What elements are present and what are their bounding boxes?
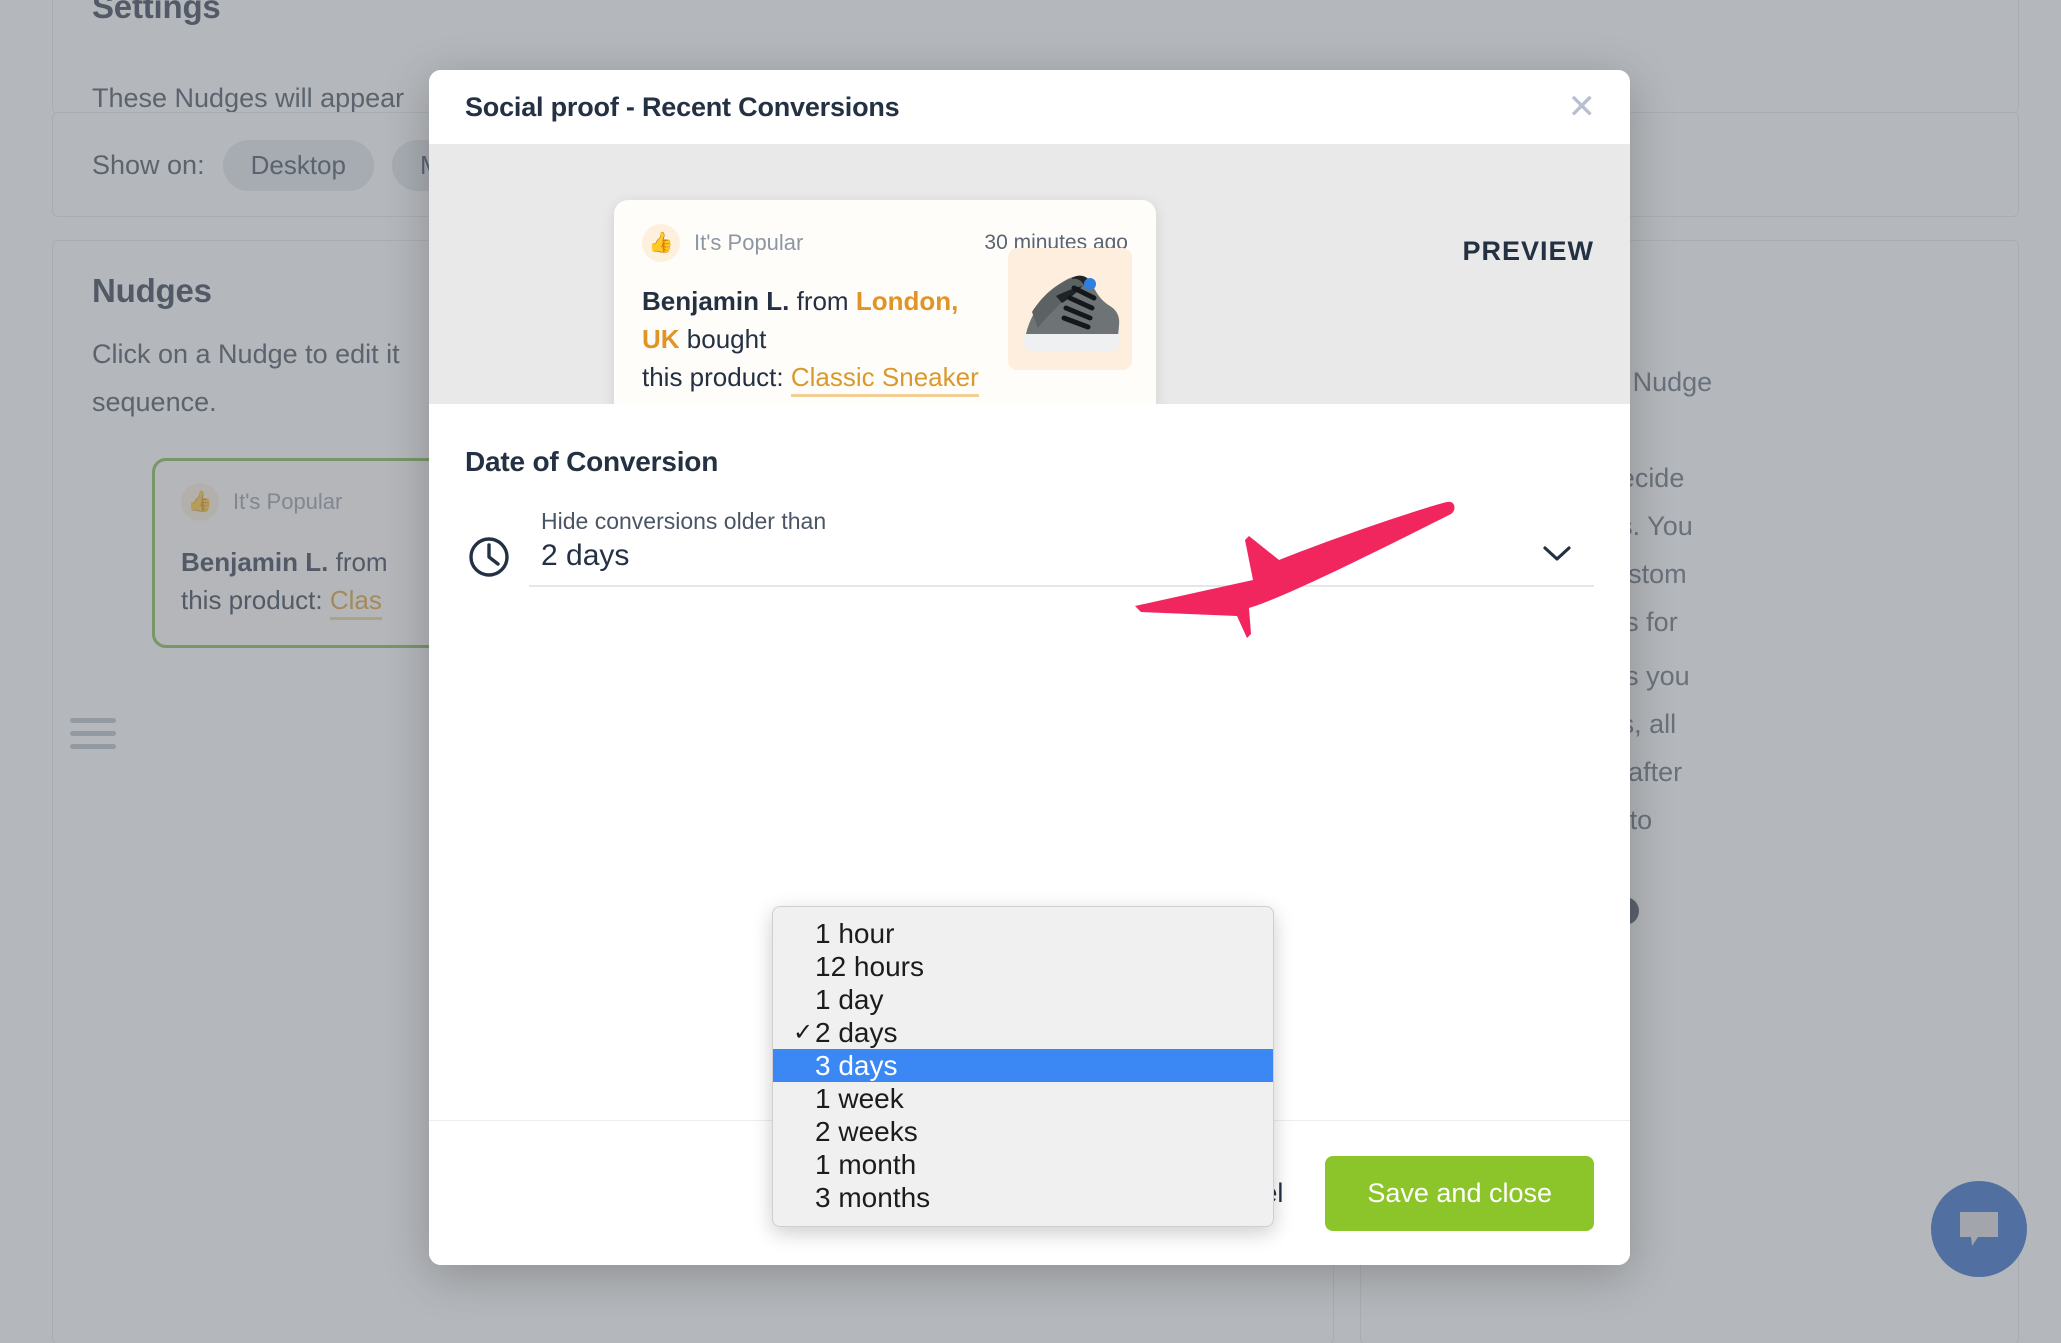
dropdown-option[interactable]: 12 hours — [773, 950, 1273, 983]
dropdown-option-label: 1 hour — [815, 918, 895, 949]
dropdown-option[interactable]: 1 day — [773, 983, 1273, 1016]
modal-title: Social proof - Recent Conversions — [465, 91, 900, 122]
hide-conversions-field-row: Hide conversions older than 2 days — [465, 508, 1594, 587]
dropdown-option[interactable]: ✓ 2 days — [773, 1016, 1273, 1049]
preview-card-product-link[interactable]: Classic Sneaker — [790, 362, 979, 397]
preview-card-tag-wrap: 👍 It's Popular — [642, 224, 803, 262]
dropdown-option-label: 1 day — [815, 984, 884, 1015]
dropdown-option-label: 12 hours — [815, 951, 924, 982]
dropdown-option-label: 2 weeks — [815, 1116, 918, 1147]
save-and-close-button[interactable]: Save and close — [1325, 1155, 1594, 1231]
preview-area: PREVIEW 👍 It's Popular 30 minutes ago Be… — [429, 144, 1630, 466]
modal-body: Date of Conversion Hide conversions olde… — [429, 404, 1630, 1227]
dropdown-option[interactable]: 1 week — [773, 1082, 1273, 1115]
dropdown-option[interactable]: 2 weeks — [773, 1115, 1273, 1148]
selected-value: 2 days — [541, 539, 630, 572]
preview-card-from-word: from — [796, 286, 849, 316]
dropdown-option[interactable]: 1 hour — [773, 917, 1273, 950]
dropdown-option[interactable]: 3 days — [773, 1049, 1273, 1082]
modal-header: Social proof - Recent Conversions ✕ — [429, 70, 1630, 144]
dropdown-option-label: 1 month — [815, 1149, 917, 1180]
thumbs-up-icon: 👍 — [642, 224, 680, 262]
close-icon[interactable]: ✕ — [1568, 90, 1597, 124]
field-caption: Hide conversions older than — [541, 508, 827, 534]
preview-label: PREVIEW — [1462, 236, 1594, 266]
dropdown-option-label: 3 days — [815, 1050, 898, 1081]
preview-card-tag: It's Popular — [694, 230, 804, 255]
preview-card-bought-word: bought — [686, 324, 767, 354]
select-value-row: 2 days — [529, 539, 1594, 573]
hide-conversions-dropdown-list[interactable]: 1 hour 12 hours 1 day ✓ 2 days 3 days 1 week 2 … — [772, 906, 1274, 1227]
social-proof-modal: Social proof - Recent Conversions ✕ PREV… — [429, 70, 1630, 1265]
dropdown-option-check-icon: ✓ — [793, 1019, 814, 1046]
dropdown-option[interactable]: 3 months — [773, 1181, 1273, 1214]
dropdown-option[interactable]: 1 month — [773, 1148, 1273, 1181]
sneaker-product-image — [1008, 248, 1132, 370]
dropdown-option-label: 1 week — [815, 1083, 904, 1114]
hide-conversions-select[interactable]: Hide conversions older than 2 days — [529, 508, 1594, 587]
section-title-date-of-conversion: Date of Conversion — [465, 446, 719, 477]
dropdown-option-label: 3 months — [815, 1182, 931, 1213]
chevron-down-icon[interactable] — [1542, 545, 1572, 568]
preview-card-product-prefix: this product: — [642, 362, 784, 392]
clock-icon — [465, 533, 513, 581]
preview-card-customer-name: Benjamin L. — [642, 286, 790, 316]
dropdown-option-label: 2 days — [815, 1017, 898, 1048]
